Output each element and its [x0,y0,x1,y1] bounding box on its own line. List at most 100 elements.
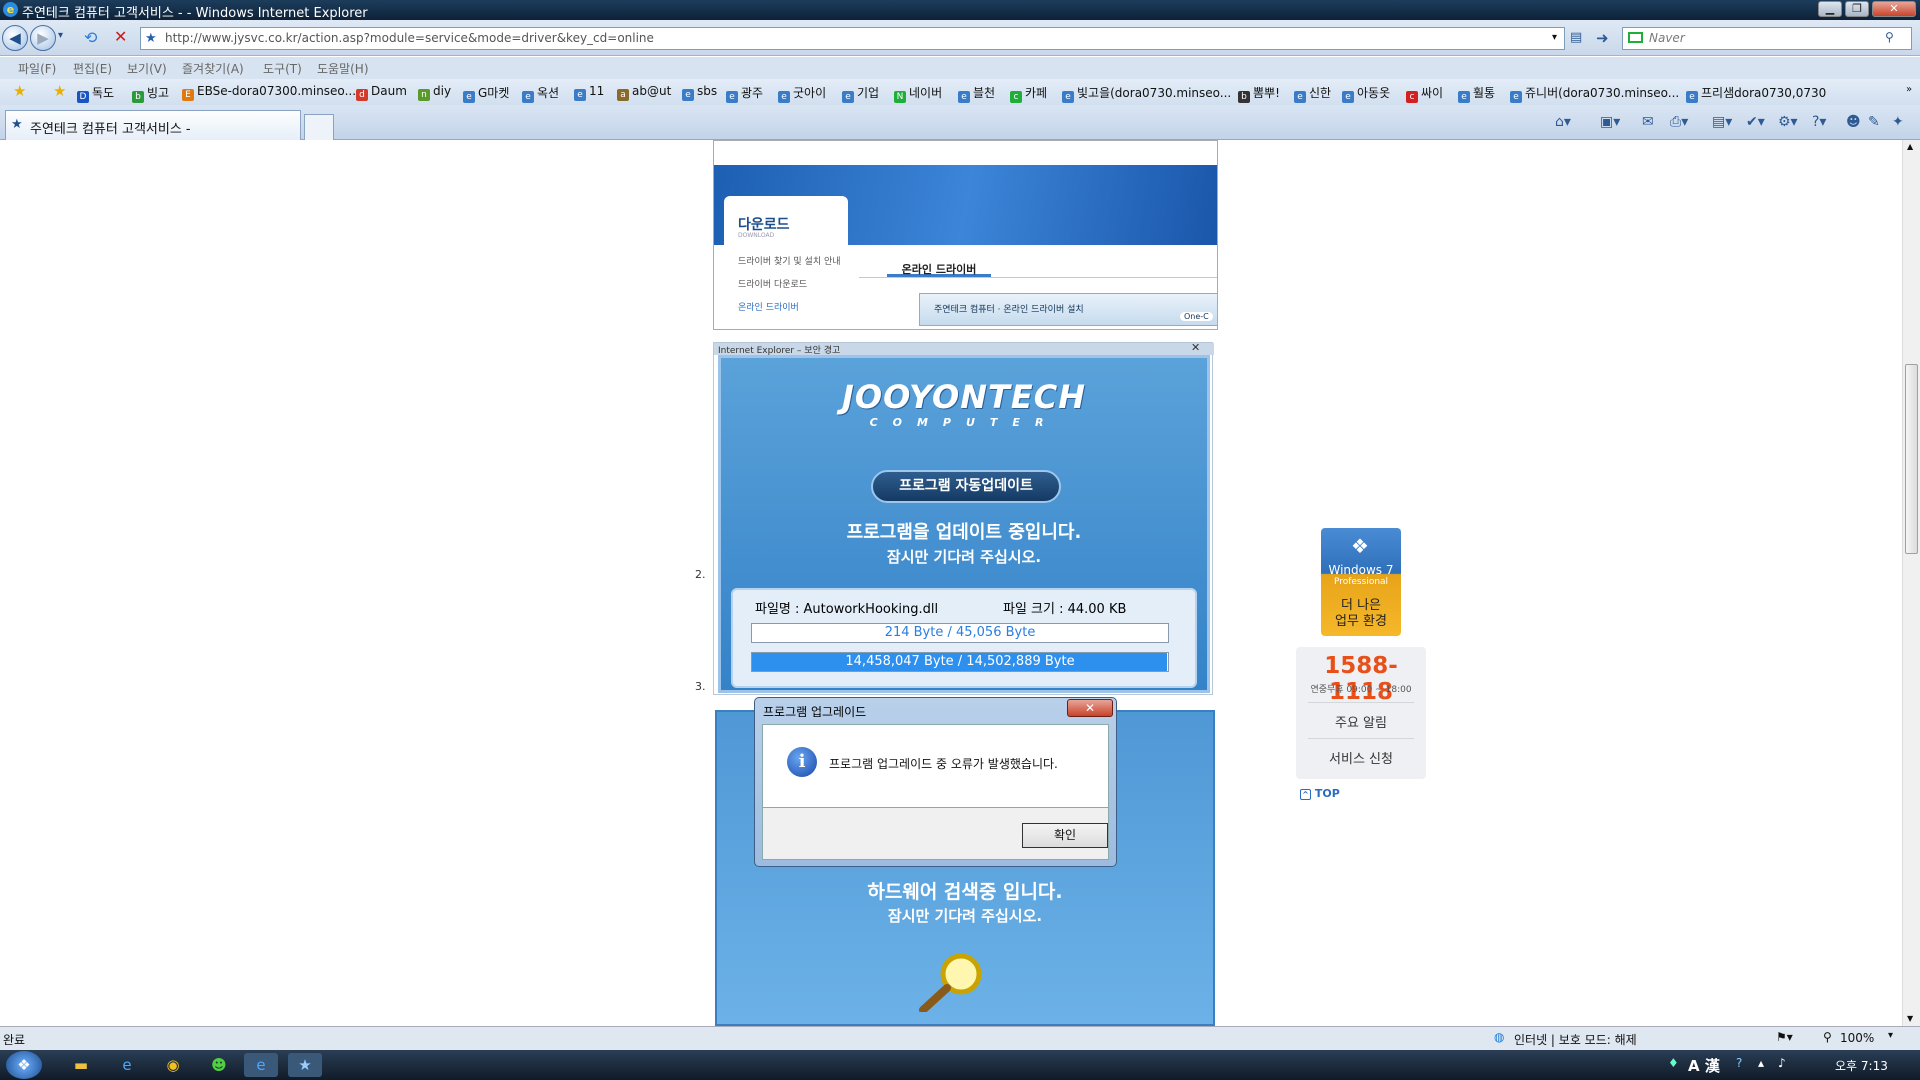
start-button[interactable]: ❖ [6,1051,42,1079]
tools-extra-icon[interactable]: ✦ [1892,114,1904,130]
tray-arrow-icon[interactable]: ▴ [1758,1056,1764,1070]
star-app-icon[interactable]: ★ [288,1053,322,1077]
forward-button[interactable]: ▶ [30,25,56,51]
scrollbar-thumb[interactable] [1905,364,1918,554]
print-icon[interactable]: ⎙▾ [1670,114,1688,130]
fav-item[interactable]: E EBSe-dora07300.minseo... [182,84,356,101]
download-menu-item-active[interactable]: 온라인 드라이버 [738,300,799,313]
ok-button[interactable]: 확인 [1022,823,1108,848]
fav-item[interactable]: e 11 [574,84,604,101]
dialog-close-button[interactable]: ✕ [1067,699,1113,717]
phone-number: 1588-1118 [1324,653,1398,705]
address-bar[interactable]: ★ http://www.jysvc.co.kr/action.asp?modu… [140,27,1565,50]
fav-item[interactable]: n diy [418,84,451,101]
page-menu-icon[interactable]: ▤▾ [1712,114,1732,130]
fav-item[interactable]: b 빙고 [132,84,169,103]
messenger-icon[interactable]: ☻ [1846,114,1861,130]
safety-icon[interactable]: ✔▾ [1746,114,1765,130]
menu-tools[interactable]: 도구(T) [263,60,302,77]
arrow-up-icon: ^ [1300,789,1311,800]
fav-item[interactable]: e 아동옷 [1342,84,1390,103]
volume-icon[interactable]: ♪ [1778,1056,1786,1070]
search-icon[interactable]: ⚲ [1885,30,1894,44]
menu-file[interactable]: 파일(F) [18,60,56,77]
app-icon[interactable]: ☻ [202,1053,236,1077]
fav-item[interactable]: N 네이버 [894,84,942,103]
fav-item[interactable]: D 독도 [77,84,114,103]
search-input[interactable]: Naver ⚲ [1622,27,1912,50]
help-icon[interactable]: ?▾ [1812,114,1826,130]
fav-item[interactable]: e 기업 [842,84,879,103]
minimize-button[interactable]: ▁ [1818,1,1842,17]
fav-item[interactable]: e 프리샘dora0730,0730 [1686,84,1826,103]
file-progress-panel: 파일명 : AutoworkHooking.dll 파일 크기 : 44.00 … [731,588,1197,688]
fav-item[interactable]: e 굿아이 [778,84,826,103]
fav-item[interactable]: e sbs [682,84,717,101]
fav-item[interactable]: a ab@ut [617,84,671,101]
zoom-dropdown-icon[interactable]: ▾ [1888,1030,1893,1041]
go-icon[interactable]: ➜ [1596,29,1609,47]
fav-item[interactable]: e 신한 [1294,84,1331,103]
notice-link[interactable]: 주요 알림 [1296,712,1426,731]
favorites-overflow-icon[interactable]: » [1906,84,1912,95]
favorites-star-icon[interactable]: ★ [13,82,26,100]
menu-help[interactable]: 도움말(H) [317,60,369,77]
menu-favorites[interactable]: 즐겨찾기(A) [182,60,244,77]
fav-item[interactable]: e 쥬니버(dora0730.minseo... [1510,84,1679,103]
fav-item[interactable]: e 블천 [958,84,995,103]
security-icon[interactable]: ⚑▾ [1776,1030,1793,1044]
maximize-button[interactable]: ❐ [1845,1,1869,17]
ie-taskbar-icon[interactable]: e [110,1053,144,1077]
top-button[interactable]: ^ TOP [1300,787,1340,800]
refresh-icon[interactable]: ⟲ [84,28,97,47]
clock[interactable]: 오후 7:13 [1835,1057,1888,1074]
explorer-icon[interactable]: ▬ [64,1053,98,1077]
close-window-button[interactable]: ✕ [1872,1,1916,17]
ime-help-icon[interactable]: ? [1736,1056,1742,1070]
download-menu-item[interactable]: 드라이버 다운로드 [738,277,807,290]
ime-indicator[interactable]: A 漢 [1688,1055,1720,1076]
zoom-level[interactable]: 100% [1840,1031,1874,1045]
fav-item[interactable]: e 훨통 [1458,84,1495,103]
address-url[interactable]: http://www.jysvc.co.kr/action.asp?module… [165,31,654,45]
fav-item[interactable]: e G마켓 [463,84,509,103]
fav-item[interactable]: e 옥션 [522,84,559,103]
dialog-message: 프로그램 업그레이드 중 오류가 발생했습니다. [829,757,1058,771]
compat-view-icon[interactable]: ▤ [1570,30,1582,45]
home-icon[interactable]: ⌂▾ [1555,114,1571,130]
ie-active-icon[interactable]: e [244,1053,278,1077]
tab-online-driver[interactable]: 온라인 드라이버 [887,261,991,277]
fav-item[interactable]: c 카페 [1010,84,1047,103]
research-icon[interactable]: ✎ [1868,114,1880,130]
scroll-down-icon[interactable]: ▼ [1907,1014,1913,1023]
strip-text: 주연테크 컴퓨터 · 온라인 드라이버 설치 [934,305,1084,315]
scroll-up-icon[interactable]: ▲ [1907,142,1913,151]
fav-item[interactable]: e 빛고을(dora0730.minseo... [1062,84,1231,103]
one-click-button[interactable]: One-C [1180,312,1213,321]
feeds-icon[interactable]: ▣▾ [1600,114,1620,130]
menu-view[interactable]: 보기(V) [127,60,167,77]
windows7-ad[interactable]: ❖ Windows 7 Professional 더 나은 업무 환경 [1321,528,1401,636]
back-button[interactable]: ◀ [2,25,28,51]
chrome-icon[interactable]: ◉ [156,1053,190,1077]
download-menu-item[interactable]: 드라이버 찾기 및 설치 안내 [738,254,841,267]
vertical-scrollbar[interactable]: ▲ ▼ [1902,140,1920,1026]
mail-icon[interactable]: ✉ [1642,114,1654,130]
tray-shield-icon[interactable]: ♦ [1668,1056,1679,1070]
menu-edit[interactable]: 편집(E) [73,60,112,77]
fav-item[interactable]: d Daum [356,84,407,101]
service-request-link[interactable]: 서비스 신청 [1296,748,1426,767]
updater-close-icon[interactable]: ✕ [1191,341,1200,354]
window-title: 주연테크 컴퓨터 고객서비스 - - Windows Internet Expl… [22,6,368,21]
tab-active[interactable]: ★ 주연테크 컴퓨터 고객서비스 - [5,110,301,140]
fav-item[interactable]: b 뽐뿌! [1238,84,1280,103]
history-dropdown-icon[interactable]: ▾ [58,30,63,41]
stop-icon[interactable]: ✕ [114,27,127,46]
address-dropdown-icon[interactable]: ▾ [1552,32,1557,43]
zoom-icon[interactable]: ⚲ [1823,1030,1832,1044]
add-favorite-icon[interactable]: ★ [53,82,66,100]
fav-item[interactable]: e 광주 [726,84,763,103]
fav-item[interactable]: c 싸이 [1406,84,1443,103]
gear-icon[interactable]: ⚙▾ [1778,114,1798,130]
new-tab-button[interactable] [304,114,334,140]
